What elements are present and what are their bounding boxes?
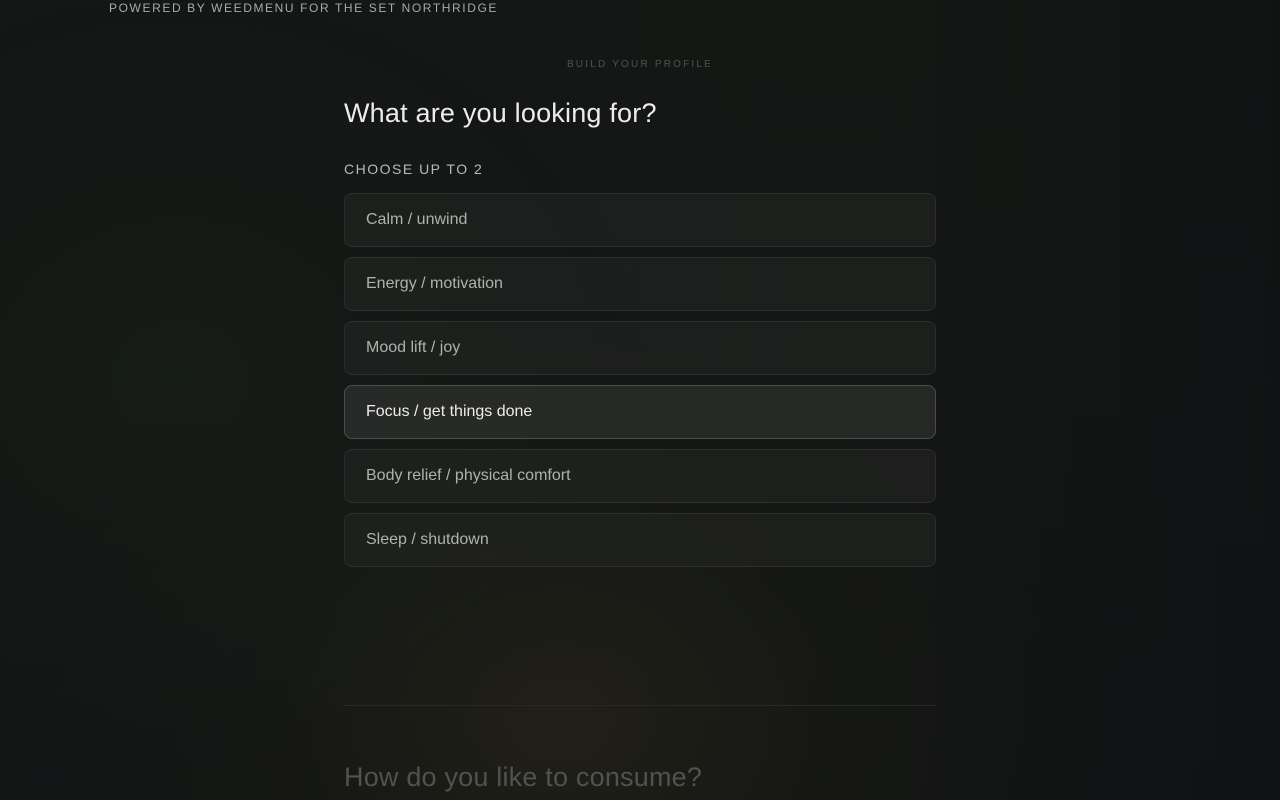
section-divider [344, 705, 936, 706]
option-label: Focus / get things done [366, 403, 533, 420]
option-calm-unwind[interactable]: Calm / unwind [344, 193, 936, 247]
choice-limit-label: CHOOSE UP TO 2 [344, 161, 484, 177]
option-focus-get-things-done[interactable]: Focus / get things done [344, 385, 936, 439]
option-mood-lift-joy[interactable]: Mood lift / joy [344, 321, 936, 375]
option-label: Energy / motivation [366, 275, 503, 292]
goal-options-list: Calm / unwind Energy / motivation Mood l… [344, 193, 936, 577]
option-label: Body relief / physical comfort [366, 467, 571, 484]
powered-by-text: POWERED BY WEEDMENU FOR THE SET NORTHRID… [109, 1, 499, 15]
option-body-relief[interactable]: Body relief / physical comfort [344, 449, 936, 503]
option-energy-motivation[interactable]: Energy / motivation [344, 257, 936, 311]
option-label: Sleep / shutdown [366, 531, 489, 548]
option-label: Calm / unwind [366, 211, 468, 228]
question-title-consumption: How do you like to consume? [344, 762, 703, 792]
option-sleep-shutdown[interactable]: Sleep / shutdown [344, 513, 936, 567]
section-eyebrow: BUILD YOUR PROFILE [566, 59, 714, 70]
option-label: Mood lift / joy [366, 339, 461, 356]
question-title-goals: What are you looking for? [344, 98, 657, 128]
